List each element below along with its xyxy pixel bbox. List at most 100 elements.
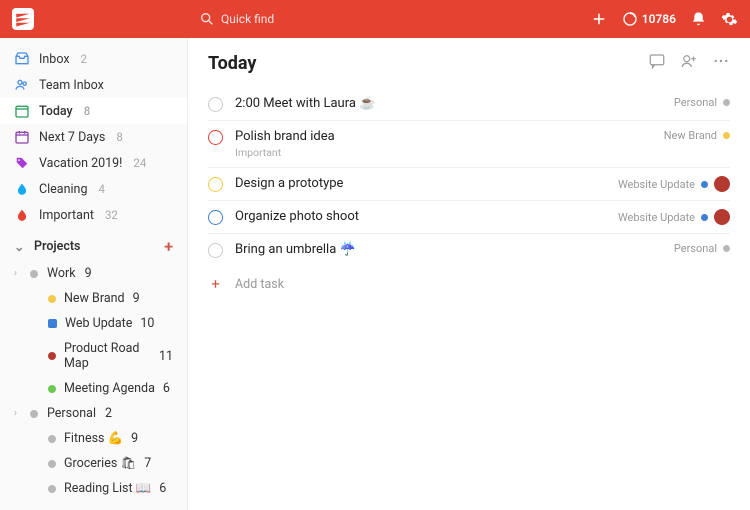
project-color-icon <box>701 181 708 188</box>
avatar <box>714 176 730 192</box>
task-row[interactable]: Bring an umbrella ☔Personal <box>208 234 730 266</box>
notifications-icon[interactable] <box>690 11 707 28</box>
project-count: 9 <box>131 431 138 446</box>
chevron-down-icon: ⌄ <box>14 239 26 255</box>
project-color-icon <box>723 99 730 106</box>
sidebar-filter-item[interactable]: Important 32 <box>0 202 187 228</box>
team-inbox-icon <box>14 77 30 93</box>
add-task-button[interactable]: + Add task <box>208 266 730 302</box>
sidebar-filter-item[interactable]: Cleaning 4 <box>0 176 187 202</box>
subproject-item[interactable]: Groceries 🛍 7 <box>0 451 187 476</box>
project-label: Reading List 📖 <box>64 481 151 496</box>
sidebar: Inbox 2 Team Inbox Today 8 Next 7 Days 8… <box>0 38 188 510</box>
add-task-icon[interactable] <box>590 10 608 28</box>
sidebar-filter-item[interactable]: Vacation 2019!24 <box>0 150 187 176</box>
today-icon <box>14 103 30 119</box>
project-count: 6 <box>163 381 170 396</box>
main-content: Today 2:00 Meet with Laura ☕PersonalPoli… <box>188 38 750 510</box>
task-meta: Personal <box>674 96 730 109</box>
projects-section[interactable]: ⌄ Projects + <box>0 228 187 261</box>
nav-count: 8 <box>116 130 122 144</box>
task-checkbox[interactable] <box>208 243 223 258</box>
project-count: 7 <box>144 456 151 471</box>
project-color-icon <box>723 132 730 139</box>
calendar-icon <box>14 129 30 145</box>
nav-label: Cleaning <box>39 182 87 197</box>
project-label: Fitness 💪 <box>64 431 123 446</box>
project-color-icon <box>48 460 56 468</box>
settings-icon[interactable] <box>721 11 738 28</box>
task-checkbox[interactable] <box>208 97 223 112</box>
task-row[interactable]: Organize photo shootWebsite Update <box>208 201 730 234</box>
project-label: Web Update <box>65 316 132 331</box>
subproject-item[interactable]: Meeting Agenda 6 <box>0 376 187 401</box>
nav-count: 32 <box>105 208 118 222</box>
quick-find[interactable]: Quick find <box>199 11 274 27</box>
project-item[interactable]: › Work 9 <box>0 261 187 286</box>
subproject-item[interactable]: Web Update 10 <box>0 311 187 336</box>
project-count: 9 <box>133 291 140 306</box>
share-icon[interactable] <box>680 52 698 74</box>
nav-label: Important <box>39 208 94 223</box>
project-item[interactable]: ›Personal2 <box>0 401 187 426</box>
nav-count: 2 <box>81 52 87 66</box>
page-title: Today <box>208 53 257 74</box>
project-count: 9 <box>85 266 92 281</box>
task-checkbox[interactable] <box>208 130 223 145</box>
task-title: Bring an umbrella ☔ <box>235 242 674 257</box>
nav-next7[interactable]: Next 7 Days 8 <box>0 124 187 150</box>
subproject-item[interactable]: New Brand 9 <box>0 286 187 311</box>
chevron-right-icon: › <box>14 268 17 279</box>
filter-icon <box>14 181 30 197</box>
project-count: 2 <box>105 406 112 421</box>
task-meta: Website Update <box>618 176 730 192</box>
project-color-icon <box>48 435 56 443</box>
comments-icon[interactable] <box>648 52 666 74</box>
nav-count: 8 <box>84 104 91 118</box>
subproject-item[interactable]: Reading List 📖6 <box>0 476 187 501</box>
project-count: 11 <box>159 349 173 364</box>
archived-projects[interactable]: Archived projects <box>0 501 187 510</box>
add-project-icon[interactable]: + <box>164 237 173 256</box>
project-count: 10 <box>140 316 154 331</box>
nav-label: Inbox <box>39 52 70 67</box>
project-color-icon <box>48 352 56 360</box>
subproject-item[interactable]: Product Road Map11 <box>0 336 187 376</box>
task-row[interactable]: Design a prototypeWebsite Update <box>208 168 730 201</box>
project-label: Meeting Agenda <box>64 381 155 396</box>
project-color-icon <box>723 245 730 252</box>
project-label: Groceries 🛍 <box>64 456 136 471</box>
nav-count: 4 <box>98 182 104 196</box>
task-subtitle: Important <box>235 146 664 159</box>
nav-label: Next 7 Days <box>39 130 105 145</box>
plus-icon: + <box>208 275 223 293</box>
task-row[interactable]: Polish brand idea ImportantNew Brand <box>208 121 730 168</box>
karma-score[interactable]: 10786 <box>622 11 676 27</box>
subproject-item[interactable]: Fitness 💪 9 <box>0 426 187 451</box>
project-color-icon <box>30 270 38 278</box>
task-row[interactable]: 2:00 Meet with Laura ☕Personal <box>208 88 730 121</box>
task-checkbox[interactable] <box>208 177 223 192</box>
project-color-icon <box>48 385 56 393</box>
nav-team-inbox[interactable]: Team Inbox <box>0 72 187 98</box>
filter-icon <box>14 155 30 171</box>
quick-find-label: Quick find <box>221 12 274 26</box>
nav-label: Today <box>39 104 73 119</box>
filter-icon <box>14 207 30 223</box>
project-label: Work <box>47 266 76 281</box>
project-color-icon <box>48 485 56 493</box>
project-color-icon <box>701 214 708 221</box>
project-color-icon <box>30 410 38 418</box>
more-icon[interactable] <box>712 52 730 74</box>
section-label: Projects <box>34 239 80 254</box>
task-checkbox[interactable] <box>208 210 223 225</box>
task-project-label: Website Update <box>618 211 695 224</box>
nav-today[interactable]: Today 8 <box>0 98 187 124</box>
task-title: Polish brand idea <box>235 129 664 144</box>
task-meta: New Brand <box>664 129 730 142</box>
nav-label: Team Inbox <box>39 78 104 93</box>
project-label: New Brand <box>64 291 125 306</box>
app-logo[interactable] <box>12 8 34 30</box>
task-meta: Website Update <box>618 209 730 225</box>
nav-inbox[interactable]: Inbox 2 <box>0 46 187 72</box>
